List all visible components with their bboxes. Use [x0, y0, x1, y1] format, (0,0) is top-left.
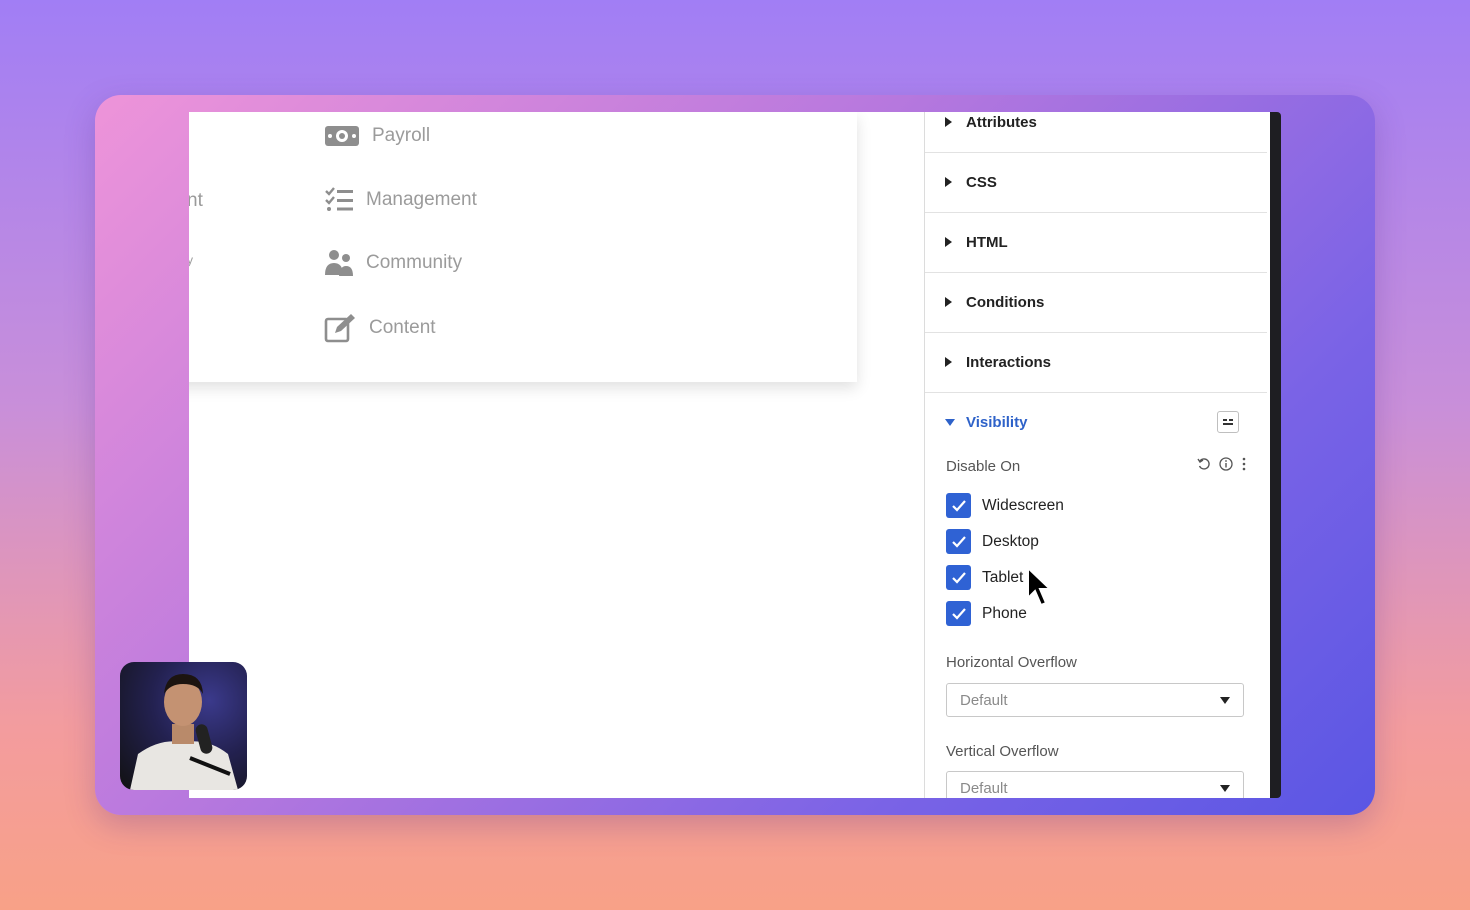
- horizontal-overflow-select[interactable]: Default: [946, 683, 1244, 717]
- checkmark-icon: [951, 607, 966, 620]
- menu-item-label: Content: [369, 317, 436, 338]
- editor-canvas: nt y Payroll Management Community Conten…: [189, 112, 924, 798]
- checkbox-widescreen[interactable]: Widescreen: [946, 493, 1064, 518]
- more-options-icon[interactable]: [1241, 457, 1247, 476]
- menu-item-label: Payroll: [372, 125, 431, 146]
- checkbox-label: Widescreen: [982, 496, 1064, 514]
- caret-right-icon: [945, 117, 952, 127]
- webcam-overlay: [120, 662, 247, 790]
- cut-off-label: nt: [189, 190, 203, 211]
- menu-item-management[interactable]: Management: [324, 187, 477, 213]
- select-value: Default: [960, 691, 1008, 709]
- menu-item-label: Community: [366, 252, 463, 273]
- section-attributes[interactable]: Attributes: [925, 112, 1267, 153]
- checkmark-icon: [951, 499, 966, 512]
- checkmark-icon: [951, 571, 966, 584]
- section-interactions[interactable]: Interactions: [925, 332, 1267, 393]
- reset-icon[interactable]: [1197, 457, 1211, 476]
- responsive-toggle-button[interactable]: [1217, 411, 1239, 433]
- section-css[interactable]: CSS: [925, 152, 1267, 213]
- checkbox-checked[interactable]: [946, 601, 971, 626]
- checkbox-phone[interactable]: Phone: [946, 601, 1027, 626]
- dropdown-arrow-icon: [1220, 784, 1230, 792]
- caret-right-icon: [945, 357, 952, 367]
- section-label: Conditions: [966, 293, 1045, 311]
- field-controls: [1197, 457, 1247, 476]
- horizontal-overflow-label: Horizontal Overflow: [946, 654, 1077, 671]
- dropdown-arrow-icon: [1220, 696, 1230, 704]
- vertical-overflow-label: Vertical Overflow: [946, 743, 1059, 760]
- dropdown-menu-card: nt y Payroll Management Community Conten…: [189, 112, 857, 382]
- cut-off-label: y: [189, 253, 193, 267]
- menu-item-community[interactable]: Community: [324, 249, 462, 277]
- money-icon: [324, 123, 360, 149]
- people-icon: [324, 249, 354, 277]
- section-label: Visibility: [966, 413, 1028, 431]
- presenter-image: [130, 674, 238, 790]
- checklist-icon: [324, 187, 354, 213]
- checkbox-label: Phone: [982, 604, 1027, 622]
- edit-icon: [324, 313, 357, 343]
- menu-item-payroll[interactable]: Payroll: [324, 123, 430, 149]
- checkbox-desktop[interactable]: Desktop: [946, 529, 1039, 554]
- checkbox-checked[interactable]: [946, 493, 971, 518]
- select-value: Default: [960, 779, 1008, 797]
- caret-right-icon: [945, 237, 952, 247]
- section-conditions[interactable]: Conditions: [925, 272, 1267, 333]
- checkbox-tablet[interactable]: Tablet: [946, 565, 1023, 590]
- checkbox-label: Tablet: [982, 568, 1024, 586]
- panel-scrollbar-edge: [1270, 112, 1281, 798]
- caret-right-icon: [945, 177, 952, 187]
- checkmark-icon: [951, 535, 966, 548]
- section-label: Interactions: [966, 353, 1052, 371]
- settings-panel: Attributes CSS HTML Conditions Interacti…: [924, 112, 1273, 798]
- info-icon[interactable]: [1219, 457, 1233, 476]
- section-label: HTML: [966, 233, 1008, 251]
- caret-down-icon: [945, 418, 955, 426]
- caret-right-icon: [945, 297, 952, 307]
- section-visibility[interactable]: Visibility: [925, 402, 1267, 442]
- mouse-cursor: [1026, 565, 1053, 613]
- section-label: Attributes: [966, 113, 1037, 131]
- checkbox-checked[interactable]: [946, 565, 971, 590]
- vertical-overflow-select[interactable]: Default: [946, 771, 1244, 798]
- section-html[interactable]: HTML: [925, 212, 1267, 273]
- checkbox-checked[interactable]: [946, 529, 971, 554]
- sliders-icon: [1223, 419, 1233, 425]
- menu-item-content[interactable]: Content: [324, 313, 436, 343]
- checkbox-label: Desktop: [982, 532, 1039, 550]
- menu-item-label: Management: [366, 189, 477, 210]
- disable-on-label: Disable On: [946, 458, 1021, 475]
- section-label: CSS: [966, 173, 997, 191]
